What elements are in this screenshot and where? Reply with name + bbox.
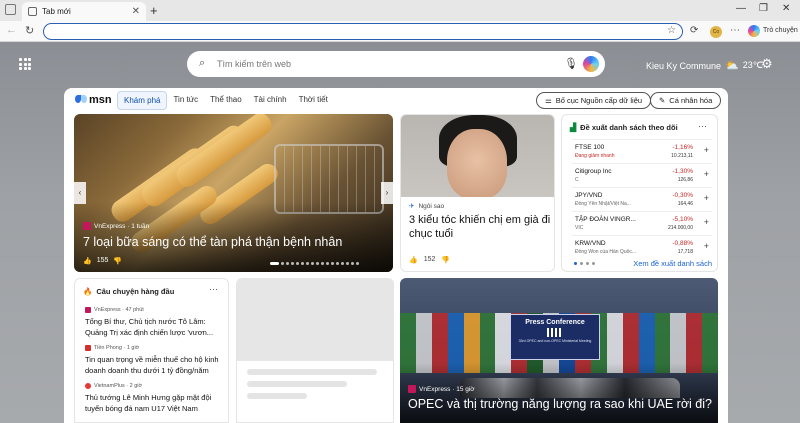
add-to-watchlist-icon[interactable]: + <box>704 193 709 203</box>
copilot-search-icon[interactable] <box>583 56 599 72</box>
opec-article-card[interactable]: Press Conference 33rd OPEC and non-OPEC … <box>400 278 718 423</box>
stock-row[interactable]: KRW/VND Đồng Won của Hàn Quốc... -0,88% … <box>572 235 712 257</box>
reactions: 👍 155 👎 <box>83 257 122 265</box>
tab-new-tab[interactable]: Tab mới ✕ <box>22 2 146 21</box>
add-to-watchlist-icon[interactable]: + <box>704 169 709 179</box>
like-icon[interactable]: 👍 <box>409 256 418 264</box>
story-item[interactable]: Tiền Phong · 1 giờ Tin quan trọng về miễ… <box>85 345 225 376</box>
favorite-star-icon[interactable]: ☆ <box>667 25 676 36</box>
tab-discover[interactable]: Khám phá <box>117 91 168 110</box>
press-conference-banner: Press Conference 33rd OPEC and non-OPEC … <box>510 314 600 360</box>
tab-sports[interactable]: Thể thao <box>204 91 248 110</box>
portrait-article-card[interactable]: ✈ Ngôi sao 3 kiểu tóc khiến chị em già đ… <box>400 114 555 272</box>
add-to-watchlist-icon[interactable]: + <box>704 217 709 227</box>
minimize-icon[interactable]: — <box>736 3 746 14</box>
article-source: VnExpress · 1 tuần <box>83 222 149 230</box>
back-icon[interactable]: ← <box>6 24 17 36</box>
search-icon: ⌕ <box>199 57 206 69</box>
fire-icon: 🔥 <box>83 287 93 296</box>
temperature-label: 23℃ <box>742 60 763 70</box>
extensions-icon[interactable]: ⟳ <box>690 25 698 36</box>
see-watchlist-suggestions-link[interactable]: Xem đề xuất danh sách <box>633 259 712 268</box>
browser-toolbar: ← ↻ ☆ ⟳ Co ⋯ Trò chuyện <box>0 21 800 42</box>
article-source: ✈ Ngôi sao <box>409 202 445 211</box>
stock-row[interactable]: TẬP ĐOÀN VINGR... VIC -5,10% 214.000,00 … <box>572 211 712 233</box>
vnexpress-logo-icon <box>83 222 91 230</box>
microphone-icon[interactable]: 🎙 <box>564 57 578 70</box>
carousel-indicators[interactable] <box>270 262 359 265</box>
like-count: 152 <box>423 256 436 263</box>
chart-up-icon: ▟ <box>570 123 577 132</box>
search-input[interactable]: Tìm kiếm trên web <box>217 59 291 69</box>
carousel-next-button[interactable]: › <box>381 182 393 204</box>
sliders-icon: ⚌ <box>545 96 552 105</box>
article-title[interactable]: OPEC và thị trường năng lượng ra sao khi… <box>408 397 712 411</box>
vnexpress-logo-icon <box>85 307 91 313</box>
story-item[interactable]: VietnamPlus · 2 giờ Thủ tướng Lê Minh Hư… <box>85 383 225 414</box>
article-source: VnExpress · 15 giờ <box>408 385 475 393</box>
add-to-watchlist-icon[interactable]: + <box>704 241 709 251</box>
maximize-icon[interactable]: ❐ <box>759 3 768 14</box>
profile-avatar[interactable]: Co <box>710 26 722 38</box>
window-close-icon[interactable]: ✕ <box>782 3 790 14</box>
more-options-icon[interactable]: ⋯ <box>730 25 740 36</box>
new-tab-button[interactable]: + <box>150 3 158 18</box>
feed-tabs: Khám phá Tin tức Thể thao Tài chính Thời… <box>117 91 334 110</box>
vietnamplus-logo-icon <box>85 383 91 389</box>
msn-butterfly-icon <box>75 95 87 105</box>
tab-strip: Tab mới ✕ + — ❐ ✕ <box>0 0 800 21</box>
copilot-icon[interactable] <box>748 25 760 37</box>
hero-article-card[interactable]: ‹ › VnExpress · 1 tuần 7 loại bữa sáng c… <box>74 114 393 272</box>
carousel-prev-button[interactable]: ‹ <box>74 182 86 204</box>
tienphong-logo-icon <box>85 345 91 351</box>
address-bar[interactable]: ☆ <box>43 23 683 40</box>
tab-news[interactable]: Tin tức <box>167 91 204 110</box>
loading-placeholder-card <box>236 278 394 423</box>
close-icon[interactable]: ✕ <box>132 6 140 17</box>
tab-finance[interactable]: Tài chính <box>248 91 293 110</box>
stock-row[interactable]: FTSE 100 Đang giảm nhanh -1,16% 10.213,1… <box>572 139 712 161</box>
more-options-icon[interactable]: ⋯ <box>209 284 218 295</box>
page-icon <box>28 7 37 16</box>
hero-title[interactable]: 7 loại bữa sáng có thể tàn phá thận bệnh… <box>83 235 342 249</box>
copilot-chat-button[interactable]: Trò chuyện <box>763 27 798 34</box>
settings-gear-icon[interactable]: ⚙ <box>761 56 773 72</box>
weather-widget[interactable]: Kieu Ky Commune ⛅ 23℃ <box>646 59 763 72</box>
watchlist-pager[interactable] <box>574 262 595 265</box>
add-to-watchlist-icon[interactable]: + <box>704 145 709 155</box>
reactions: 👍 152 👎 <box>409 256 450 264</box>
like-icon[interactable]: 👍 <box>83 257 92 265</box>
stock-row[interactable]: JPY/VND Đồng Yên Nhật/Việt Na... -0,30% … <box>572 187 712 209</box>
feed-layout-button[interactable]: ⚌ Bố cục Nguồn cấp dữ liệu <box>536 92 652 109</box>
vnexpress-logo-icon <box>408 385 416 393</box>
more-options-icon[interactable]: ⋯ <box>698 121 707 132</box>
web-search-box[interactable]: ⌕ Tìm kiếm trên web 🎙 <box>187 51 605 77</box>
article-title[interactable]: 3 kiểu tóc khiến chị em già đi chục tuổi <box>409 213 554 241</box>
stock-row[interactable]: Citigroup Inc C -1,30% 126,86 + <box>572 163 712 185</box>
tab-actions-icon[interactable] <box>5 4 16 15</box>
partly-cloudy-icon: ⛅ <box>725 60 739 72</box>
dislike-icon[interactable]: 👎 <box>113 257 122 265</box>
ngoisao-logo-icon: ✈ <box>409 203 415 210</box>
watchlist-header: ▟ Đề xuất danh sách theo dõi <box>570 123 678 132</box>
location-label: Kieu Ky Commune <box>646 60 722 71</box>
woman-portrait-image <box>401 115 554 197</box>
tab-title: Tab mới <box>42 7 71 16</box>
msn-logo[interactable]: msn <box>75 94 112 106</box>
top-stories-header: 🔥 Câu chuyện hàng đầu <box>83 287 175 296</box>
tab-weather[interactable]: Thời tiết <box>293 91 334 110</box>
opec-logo-icon <box>547 328 563 337</box>
personalize-button[interactable]: ✎ Cá nhân hóa <box>650 92 722 109</box>
refresh-icon[interactable]: ↻ <box>25 24 34 37</box>
app-launcher-icon[interactable] <box>19 58 31 70</box>
watchlist-card: ▟ Đề xuất danh sách theo dõi ⋯ FTSE 100 … <box>561 114 718 272</box>
dislike-icon[interactable]: 👎 <box>441 256 450 264</box>
like-count: 155 <box>96 257 109 264</box>
top-stories-card: 🔥 Câu chuyện hàng đầu ⋯ VnExpress · 47 p… <box>74 278 229 423</box>
edit-icon: ✎ <box>659 96 666 105</box>
story-item[interactable]: VnExpress · 47 phút Tổng Bí thư, Chủ tịc… <box>85 307 225 338</box>
